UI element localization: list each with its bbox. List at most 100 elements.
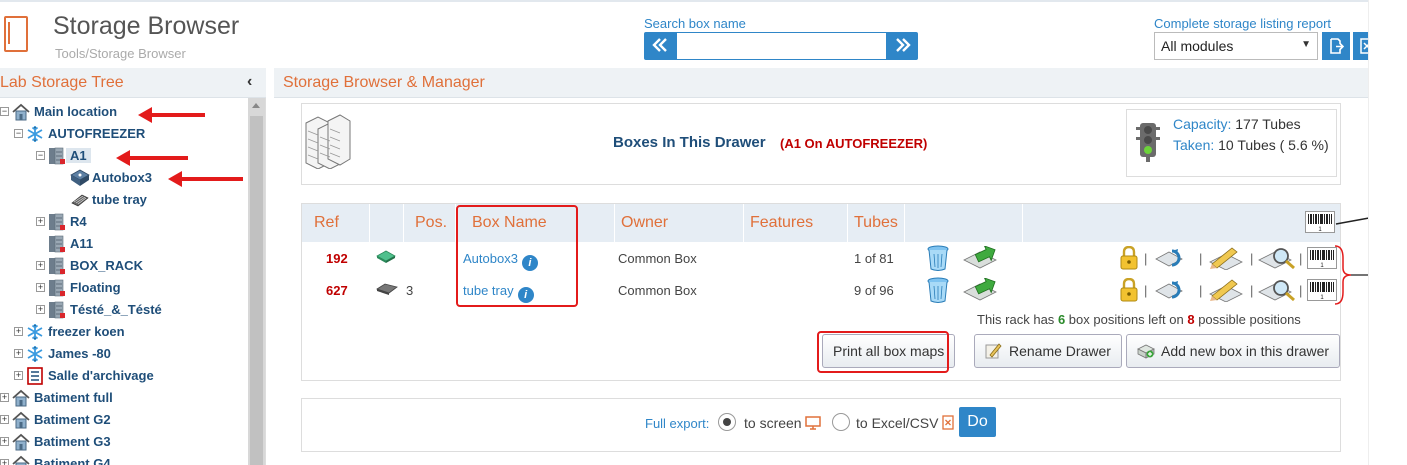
view-box-magnifier-icon[interactable] [1257, 246, 1297, 273]
column-header-ref[interactable]: Ref [314, 214, 339, 232]
collapse-node-icon[interactable]: − [14, 129, 23, 138]
capacity-text: Capacity: 177 Tubes [1173, 116, 1301, 132]
expand-node-icon[interactable]: + [0, 459, 9, 465]
scroll-up-icon[interactable] [252, 103, 260, 108]
separator: | [1250, 251, 1254, 266]
expand-node-icon[interactable]: + [36, 283, 45, 292]
collapse-panel-icon[interactable]: ‹ [247, 73, 252, 91]
expand-node-icon[interactable]: + [36, 217, 45, 226]
capacity-label: Capacity: [1173, 116, 1232, 132]
capacity-value: 177 Tubes [1235, 116, 1301, 132]
export-to-excel-radio[interactable] [832, 413, 850, 431]
rack-icon [48, 279, 66, 297]
tree-node-label[interactable]: James -80 [48, 346, 111, 361]
annotation-bracket-2 [1334, 245, 1369, 305]
column-divider [904, 204, 905, 242]
double-chevron-right-icon [895, 38, 911, 52]
tree-node-label[interactable]: Batiment G2 [34, 412, 111, 427]
taken-value: 10 Tubes ( 5.6 %) [1218, 137, 1329, 153]
home-icon [12, 411, 30, 429]
tree-node-label[interactable]: R4 [70, 214, 87, 229]
excel-report-button[interactable] [1353, 32, 1368, 60]
delete-box-trash-icon[interactable] [926, 277, 950, 306]
column-header-features[interactable]: Features [750, 214, 813, 232]
separator: | [1250, 283, 1254, 298]
tree-node-label[interactable]: BOX_RACK [70, 258, 143, 273]
tree-node-label[interactable]: freezer koen [48, 324, 125, 339]
tree-node-label[interactable]: A1 [66, 148, 91, 163]
tree-node-label[interactable]: Tésté_&_Tésté [70, 302, 162, 317]
storage-tree-header: Lab Storage Tree ‹ [0, 68, 266, 98]
grey-tray-icon [376, 282, 398, 299]
module-select[interactable]: All modules ▼ [1154, 32, 1318, 60]
expand-node-icon[interactable]: + [36, 261, 45, 270]
rack-icon [48, 257, 66, 275]
module-select-value: All modules [1161, 38, 1234, 54]
search-box-input[interactable] [676, 32, 887, 60]
storage-book-icon [4, 16, 28, 52]
expand-node-icon[interactable]: + [14, 371, 23, 380]
freezer-racks-icon [305, 114, 351, 169]
add-box-icon [1137, 344, 1155, 359]
expand-node-icon[interactable]: + [36, 305, 45, 314]
column-header-owner[interactable]: Owner [621, 214, 668, 232]
snowflake-icon [26, 345, 44, 363]
annotation-arrow-autobox3 [168, 171, 243, 187]
tree-node-label[interactable]: tube tray [92, 192, 147, 207]
tree-node-label[interactable]: Batiment G3 [34, 434, 111, 449]
refresh-box-icon[interactable] [1154, 278, 1190, 305]
refresh-box-icon[interactable] [1154, 246, 1190, 273]
export-file-icon [1330, 38, 1345, 54]
collapse-node-icon[interactable]: − [0, 107, 9, 116]
lock-icon[interactable] [1118, 245, 1140, 273]
export-to-excel-label: to Excel/CSV [856, 415, 955, 431]
tree-node-label[interactable]: Batiment full [34, 390, 113, 405]
expand-node-icon[interactable]: + [0, 393, 9, 402]
green-box-icon [376, 250, 396, 267]
search-next-button[interactable] [887, 32, 918, 60]
excel-file-icon [1360, 38, 1368, 54]
expand-node-icon[interactable]: + [0, 437, 9, 446]
search-previous-button[interactable] [644, 32, 676, 60]
snowflake-icon [26, 323, 44, 341]
barcode-header-icon[interactable]: 1 [1305, 211, 1335, 233]
delete-box-trash-icon[interactable] [926, 245, 950, 274]
expand-node-icon[interactable]: + [14, 349, 23, 358]
collapse-node-icon[interactable]: − [36, 151, 45, 160]
view-box-magnifier-icon[interactable] [1257, 278, 1297, 305]
do-export-button[interactable]: Do [959, 407, 996, 437]
tree-scrollbar[interactable] [248, 98, 265, 465]
lock-icon[interactable] [1118, 277, 1140, 305]
breadcrumb[interactable]: Tools/Storage Browser [55, 46, 186, 61]
edit-box-pencil-icon[interactable] [1206, 278, 1246, 305]
edit-box-pencil-icon[interactable] [1206, 246, 1246, 273]
column-divider [1022, 204, 1023, 242]
tree-node-label[interactable]: Autobox3 [92, 170, 152, 185]
tree-node-label[interactable]: A11 [70, 236, 93, 251]
row-ref: 192 [326, 251, 348, 266]
column-divider [614, 204, 615, 242]
tree-node-label[interactable]: Main location [34, 104, 117, 119]
column-header-position[interactable]: Pos. [415, 214, 447, 232]
expand-node-icon[interactable]: + [0, 415, 9, 424]
tree-node-label[interactable]: AUTOFREEZER [48, 126, 145, 141]
tree-node-label[interactable]: Floating [70, 280, 121, 295]
export-to-screen-radio[interactable] [718, 413, 736, 431]
drawer-location: (A1 On AUTOFREEZER) [780, 136, 928, 151]
column-header-tubes[interactable]: Tubes [854, 214, 898, 232]
rename-drawer-button[interactable]: Rename Drawer [974, 334, 1122, 368]
column-divider [847, 204, 848, 242]
home-icon [12, 103, 30, 121]
row-tubes: 9 of 96 [854, 283, 894, 298]
scrollbar-thumb[interactable] [250, 116, 263, 465]
expand-node-icon[interactable]: + [14, 327, 23, 336]
double-chevron-left-icon [652, 38, 667, 52]
move-box-icon[interactable] [962, 277, 1000, 305]
separator: | [1144, 283, 1148, 298]
export-report-button[interactable] [1322, 32, 1350, 60]
move-box-icon[interactable] [962, 245, 1000, 273]
tree-node-label[interactable]: Salle d'archivage [48, 368, 154, 383]
export-label: Full export: [645, 416, 710, 431]
add-new-box-button[interactable]: Add new box in this drawer [1126, 334, 1341, 368]
tree-node-label[interactable]: Batiment G4 [34, 456, 111, 465]
